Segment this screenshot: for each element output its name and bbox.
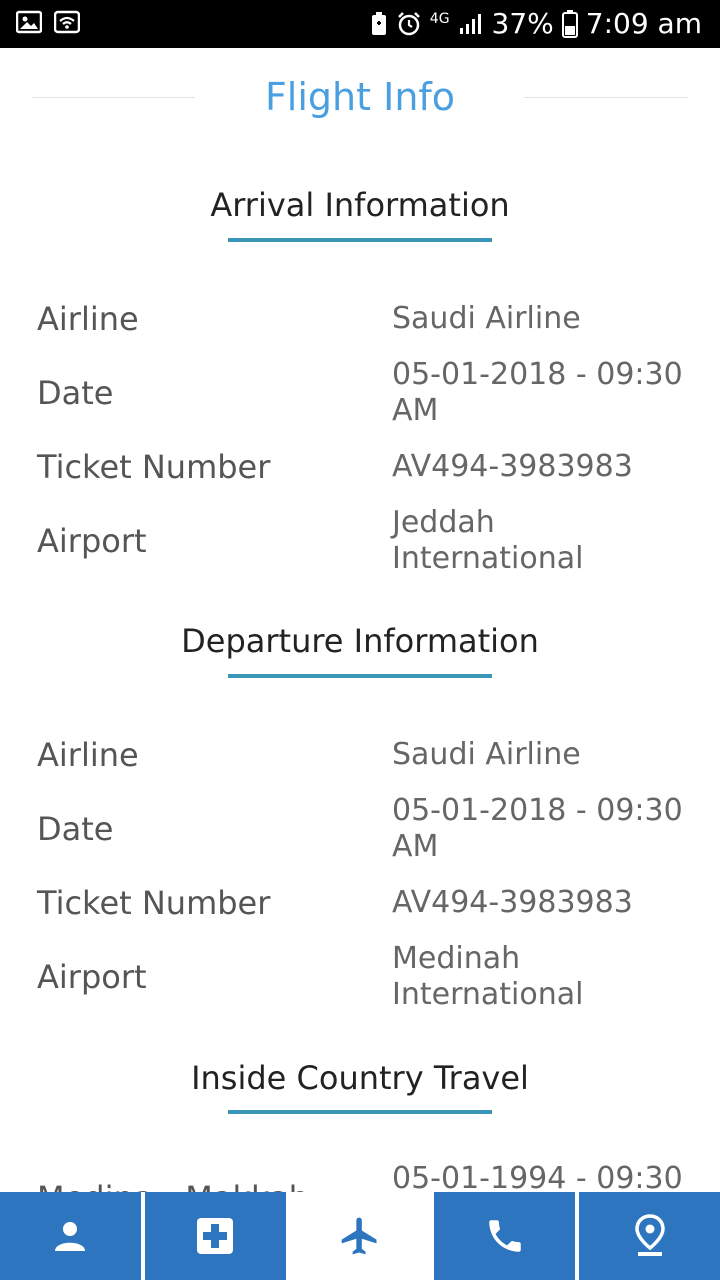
- arrival-airline-value: Saudi Airline: [392, 301, 581, 336]
- arrival-airline-label: Airline: [37, 300, 139, 338]
- signal-icon: [459, 14, 481, 34]
- departure-date-value: 05-01-2018 - 09:30 AM: [392, 793, 683, 864]
- arrival-date-label: Date: [37, 374, 114, 412]
- arrival-airport-value: Jeddah International: [392, 505, 584, 576]
- inside-underline: [228, 1110, 492, 1114]
- person-icon: [55, 1222, 86, 1251]
- arrival-airport-label: Airport: [37, 522, 147, 560]
- arrival-ticket-value: AV494-3983983: [392, 449, 633, 484]
- nav-location-button[interactable]: [579, 1192, 720, 1280]
- network-type: 4G: [429, 11, 450, 27]
- arrival-section-title: Arrival Information: [210, 186, 510, 224]
- departure-airline-value: Saudi Airline: [392, 737, 581, 772]
- status-bar: 4G 37% 7:09 am: [0, 0, 720, 48]
- bottom-nav: [0, 1192, 720, 1280]
- departure-airline-label: Airline: [37, 736, 139, 774]
- arrival-underline: [228, 238, 492, 242]
- image-icon: [16, 10, 42, 34]
- wifi-icon: [54, 10, 80, 34]
- battery-percent: 37%: [491, 7, 554, 40]
- alarm-icon: [397, 12, 420, 36]
- location-pin-icon: [634, 1214, 665, 1256]
- departure-section-title: Departure Information: [181, 622, 539, 660]
- departure-airport-label: Airport: [37, 958, 147, 996]
- page-header: Flight Info: [0, 48, 720, 148]
- departure-date-label: Date: [37, 810, 114, 848]
- nav-medical-button[interactable]: [144, 1192, 286, 1280]
- clock: 7:09 am: [585, 7, 702, 40]
- departure-ticket-label: Ticket Number: [37, 884, 271, 922]
- title-divider-right: [524, 97, 688, 98]
- arrival-ticket-label: Ticket Number: [37, 448, 271, 486]
- nav-profile-button[interactable]: [0, 1192, 141, 1280]
- departure-underline: [228, 674, 492, 678]
- battery-icon: [561, 10, 578, 38]
- inside-route-label: Medina - Makkah: [37, 1178, 309, 1192]
- arrival-date-value: 05-01-2018 - 09:30 AM: [392, 357, 683, 428]
- nav-phone-button[interactable]: [434, 1192, 576, 1280]
- inside-section-title: Inside Country Travel: [191, 1059, 529, 1097]
- flight-info-content[interactable]: Arrival Information Airline Saudi Airlin…: [0, 148, 720, 1192]
- medical-plus-icon: [197, 1218, 234, 1254]
- battery-saver-icon: [371, 12, 386, 35]
- phone-icon: [489, 1220, 521, 1252]
- nav-flight-button[interactable]: [289, 1192, 431, 1280]
- departure-ticket-value: AV494-3983983: [392, 885, 633, 920]
- airplane-icon: [341, 1217, 377, 1255]
- inside-route-value: 05-01-1994 - 09:30: [392, 1161, 683, 1192]
- departure-airport-value: Medinah International: [392, 941, 584, 1012]
